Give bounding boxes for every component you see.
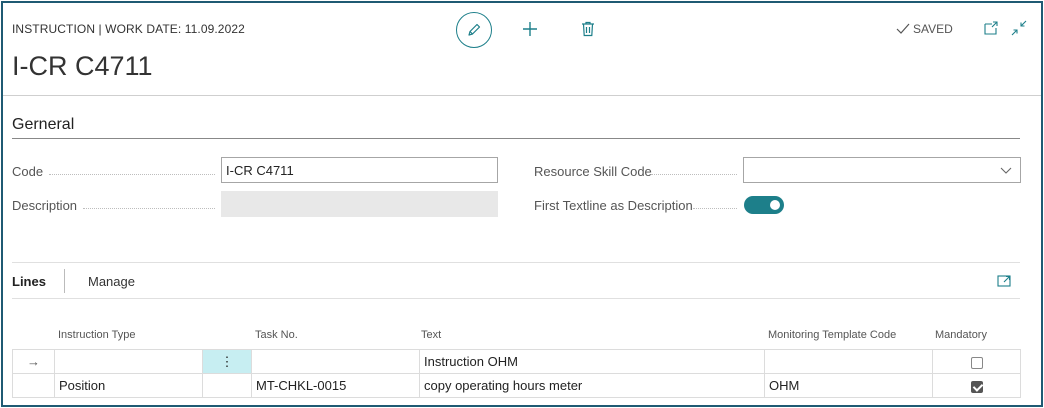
plus-icon xyxy=(523,22,537,36)
column-header-instruction-type[interactable]: Instruction Type xyxy=(58,329,135,341)
code-input[interactable] xyxy=(221,157,498,183)
text-cell[interactable]: copy operating hours meter xyxy=(419,373,765,398)
description-input xyxy=(221,191,498,217)
edit-button[interactable] xyxy=(456,12,492,48)
delete-icon xyxy=(582,21,594,37)
open-new-window-icon xyxy=(984,21,998,35)
row-menu-cell[interactable] xyxy=(202,373,252,398)
column-header-monitoring-template[interactable]: Monitoring Template Code xyxy=(768,329,896,341)
tab-divider xyxy=(64,269,65,293)
task-no-cell[interactable] xyxy=(251,349,420,374)
code-leader-dots xyxy=(49,174,215,175)
lines-table: → ⋮ Instruction OHM Position MT-CHKL-001… xyxy=(12,349,1021,398)
edit-icon xyxy=(468,23,481,36)
resource-skill-select[interactable] xyxy=(743,157,1021,183)
first-textline-toggle[interactable] xyxy=(744,196,784,214)
section-divider xyxy=(12,138,1020,139)
tab-manage[interactable]: Manage xyxy=(88,274,135,289)
save-status: SAVED xyxy=(896,22,953,36)
header-divider xyxy=(3,95,1041,96)
lines-divider-top xyxy=(12,262,1020,263)
mandatory-cell xyxy=(932,349,1021,374)
row-menu-button[interactable]: ⋮ xyxy=(202,349,252,374)
row-marker: → xyxy=(12,349,55,374)
new-button[interactable] xyxy=(518,17,542,41)
check-icon xyxy=(896,23,910,34)
table-row[interactable]: Position MT-CHKL-0015 copy operating hou… xyxy=(12,373,1021,398)
code-label: Code xyxy=(12,164,44,179)
saved-label: SAVED xyxy=(913,22,953,36)
table-row[interactable]: → ⋮ Instruction OHM xyxy=(12,349,1021,374)
mandatory-checkbox[interactable] xyxy=(970,380,983,393)
first-textline-leader-dots xyxy=(693,208,737,209)
instruction-type-cell[interactable] xyxy=(54,349,203,374)
tab-lines[interactable]: Lines xyxy=(12,274,46,289)
first-textline-label: First Textline as Description xyxy=(534,198,693,213)
text-cell[interactable]: Instruction OHM xyxy=(419,349,765,374)
expand-part-button[interactable] xyxy=(997,273,1013,289)
mandatory-checkbox[interactable] xyxy=(970,356,983,369)
chevron-down-icon xyxy=(1000,167,1012,174)
instruction-type-cell[interactable]: Position xyxy=(54,373,203,398)
collapse-icon xyxy=(1011,20,1027,36)
mandatory-cell xyxy=(932,373,1021,398)
column-header-mandatory[interactable]: Mandatory xyxy=(935,329,987,341)
lines-divider-bottom xyxy=(12,298,1020,299)
collapse-button[interactable] xyxy=(1011,20,1029,38)
resource-skill-label: Resource Skill Code xyxy=(534,164,652,179)
toggle-knob xyxy=(770,200,780,210)
delete-button[interactable] xyxy=(576,17,600,41)
template-cell[interactable]: OHM xyxy=(764,373,933,398)
open-new-window-button[interactable] xyxy=(983,20,1001,38)
column-header-text[interactable]: Text xyxy=(421,329,441,341)
section-title-general: Gerneral xyxy=(12,116,75,133)
row-marker xyxy=(12,373,55,398)
record-title: I-CR C4711 xyxy=(12,51,153,81)
template-cell[interactable] xyxy=(764,349,933,374)
expand-icon xyxy=(997,275,1011,287)
page-frame: INSTRUCTION | WORK DATE: 11.09.2022 I-CR… xyxy=(1,1,1043,407)
description-leader-dots xyxy=(83,208,215,209)
description-label: Description xyxy=(12,198,78,213)
column-header-task-no[interactable]: Task No. xyxy=(255,329,298,341)
page-caption: INSTRUCTION | WORK DATE: 11.09.2022 xyxy=(12,22,245,36)
resource-skill-leader-dots xyxy=(651,174,737,175)
task-no-cell[interactable]: MT-CHKL-0015 xyxy=(251,373,420,398)
